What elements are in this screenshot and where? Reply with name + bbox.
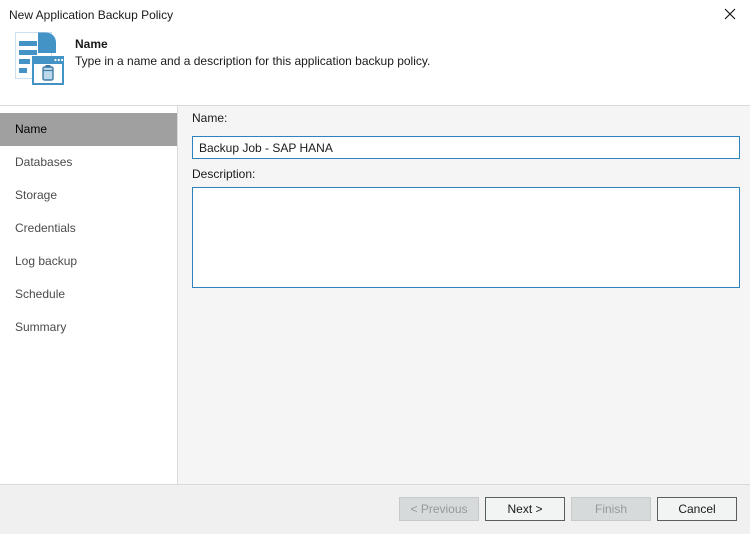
step-description: Type in a name and a description for thi… (75, 54, 430, 68)
window-title: New Application Backup Policy (9, 8, 173, 22)
sidebar-item-log-backup[interactable]: Log backup (0, 245, 177, 278)
step-content-pane: Name: Description: (178, 106, 750, 484)
policy-description-textarea[interactable] (192, 187, 740, 288)
policy-name-input[interactable] (192, 136, 740, 159)
previous-button: < Previous (399, 497, 479, 521)
sidebar-item-summary[interactable]: Summary (0, 311, 177, 344)
backup-policy-document-icon (10, 31, 66, 87)
close-button[interactable] (718, 5, 742, 25)
finish-button: Finish (571, 497, 651, 521)
name-field-label: Name: (192, 111, 740, 126)
wizard-header: Name Type in a name and a description fo… (0, 28, 750, 106)
description-field-label: Description: (192, 167, 740, 182)
wizard-footer: < Previous Next > Finish Cancel (0, 484, 750, 534)
sidebar-item-name[interactable]: Name (0, 113, 177, 146)
wizard-dialog: New Application Backup Policy (0, 0, 750, 534)
titlebar: New Application Backup Policy (0, 0, 750, 28)
sidebar-item-databases[interactable]: Databases (0, 146, 177, 179)
step-title: Name (75, 37, 108, 51)
close-icon (724, 8, 736, 23)
next-button[interactable]: Next > (485, 497, 565, 521)
sidebar-item-credentials[interactable]: Credentials (0, 212, 177, 245)
sidebar-item-schedule[interactable]: Schedule (0, 278, 177, 311)
cancel-button[interactable]: Cancel (657, 497, 737, 521)
steps-sidebar: Name Databases Storage Credentials Log b… (0, 106, 178, 484)
sidebar-item-storage[interactable]: Storage (0, 179, 177, 212)
wizard-body: Name Databases Storage Credentials Log b… (0, 106, 750, 484)
